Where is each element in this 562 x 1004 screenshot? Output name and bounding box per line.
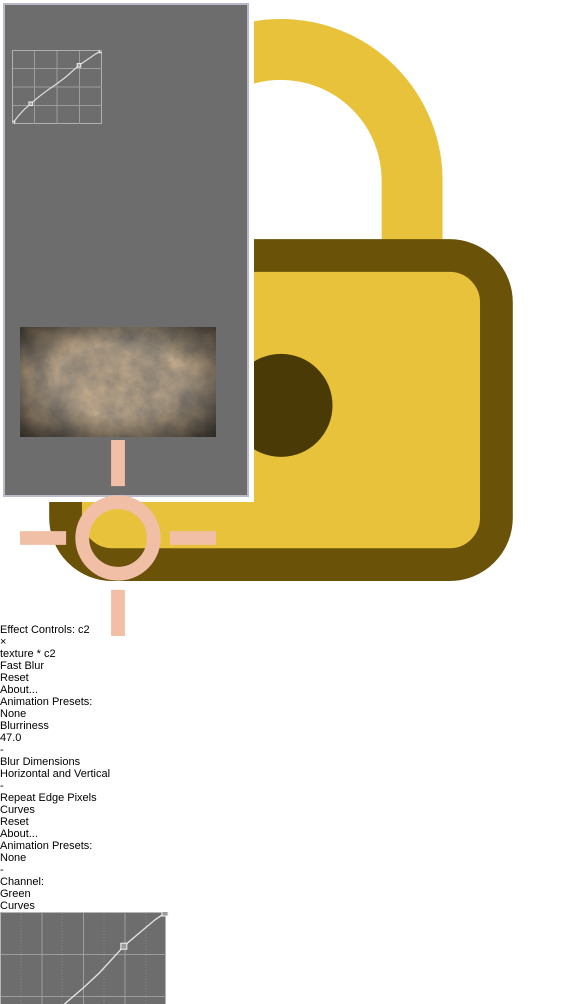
reset-link-curves[interactable]: Reset xyxy=(0,816,562,828)
animation-presets-dropdown-curves[interactable]: None xyxy=(0,852,126,864)
animation-presets-value: None xyxy=(0,851,27,864)
curve-control-point-1[interactable] xyxy=(28,101,33,106)
animation-presets-label: Animation Presets: xyxy=(0,839,93,852)
curve-control-point-0[interactable] xyxy=(12,120,16,124)
selected-layer[interactable] xyxy=(20,327,216,636)
channel-dropdown[interactable]: Green xyxy=(0,888,58,900)
layer-texture-image xyxy=(20,327,216,437)
channel-label: Channel: xyxy=(0,875,45,888)
anchor-point-icon[interactable] xyxy=(20,440,216,636)
about-link-curves[interactable]: About... xyxy=(0,828,562,840)
animation-presets-row-curves: Animation Presets: None xyxy=(0,840,562,864)
property-spacer: - xyxy=(0,779,4,792)
about-link-fast-blur[interactable]: About... xyxy=(0,684,562,696)
breadcrumb: texture * c2 xyxy=(0,647,56,660)
animation-presets-row-fast-blur: Animation Presets: None xyxy=(0,696,562,720)
curve-control-point-3[interactable] xyxy=(161,909,169,917)
effect-header-fast-blur[interactable]: Fast Blur Reset About... xyxy=(0,660,562,696)
curves-graph[interactable] xyxy=(0,909,562,1004)
property-label-blur-dimensions: Blur Dimensions xyxy=(0,755,81,768)
effect-name-fast-blur: Fast Blur xyxy=(0,659,45,672)
property-value-blurriness[interactable]: 47.0 xyxy=(0,732,562,744)
property-row-blurriness[interactable]: Blurriness 47.0 xyxy=(0,720,562,744)
close-icon[interactable]: × xyxy=(0,636,562,648)
animation-presets-value: None xyxy=(0,707,27,720)
curves-group-label: Curves xyxy=(0,899,35,912)
curve-control-point-2[interactable] xyxy=(120,942,128,950)
property-row-channel[interactable]: - Channel: Green xyxy=(0,864,562,900)
checkbox-label-repeat-edge-pixels: Repeat Edge Pixels xyxy=(0,791,97,804)
property-row-blur-dimensions[interactable]: - Blur Dimensions Horizontal and Vertica… xyxy=(0,744,562,780)
property-label-blurriness: Blurriness xyxy=(0,719,49,732)
effect-list: Fast Blur Reset About... Animation Prese… xyxy=(0,660,562,1004)
effect-header-curves[interactable]: Curves Reset About... xyxy=(0,804,562,840)
effect-name-curves: Curves xyxy=(0,803,35,816)
property-spacer: - xyxy=(0,743,4,756)
property-row-curves-group[interactable]: Curves xyxy=(0,900,562,912)
blur-dimensions-dropdown[interactable]: Horizontal and Vertical xyxy=(0,768,131,780)
app-window: Project Effect Controls: c2 × xyxy=(0,0,562,1004)
reset-link-fast-blur[interactable]: Reset xyxy=(0,672,562,684)
curve-control-point-2[interactable] xyxy=(76,63,82,68)
curves-graph-svg[interactable] xyxy=(0,909,170,1004)
blur-dimensions-value: Horizontal and Vertical xyxy=(0,767,111,780)
animation-presets-label: Animation Presets: xyxy=(0,695,93,708)
overlay-curves-graph[interactable] xyxy=(12,50,102,124)
property-spacer: - xyxy=(0,863,4,876)
property-row-repeat-edge-pixels[interactable]: - Repeat Edge Pixels xyxy=(0,780,562,804)
animation-presets-dropdown-fast-blur[interactable]: None xyxy=(0,708,126,720)
channel-value: Green xyxy=(0,887,31,900)
curve-control-point-3[interactable] xyxy=(98,50,102,54)
